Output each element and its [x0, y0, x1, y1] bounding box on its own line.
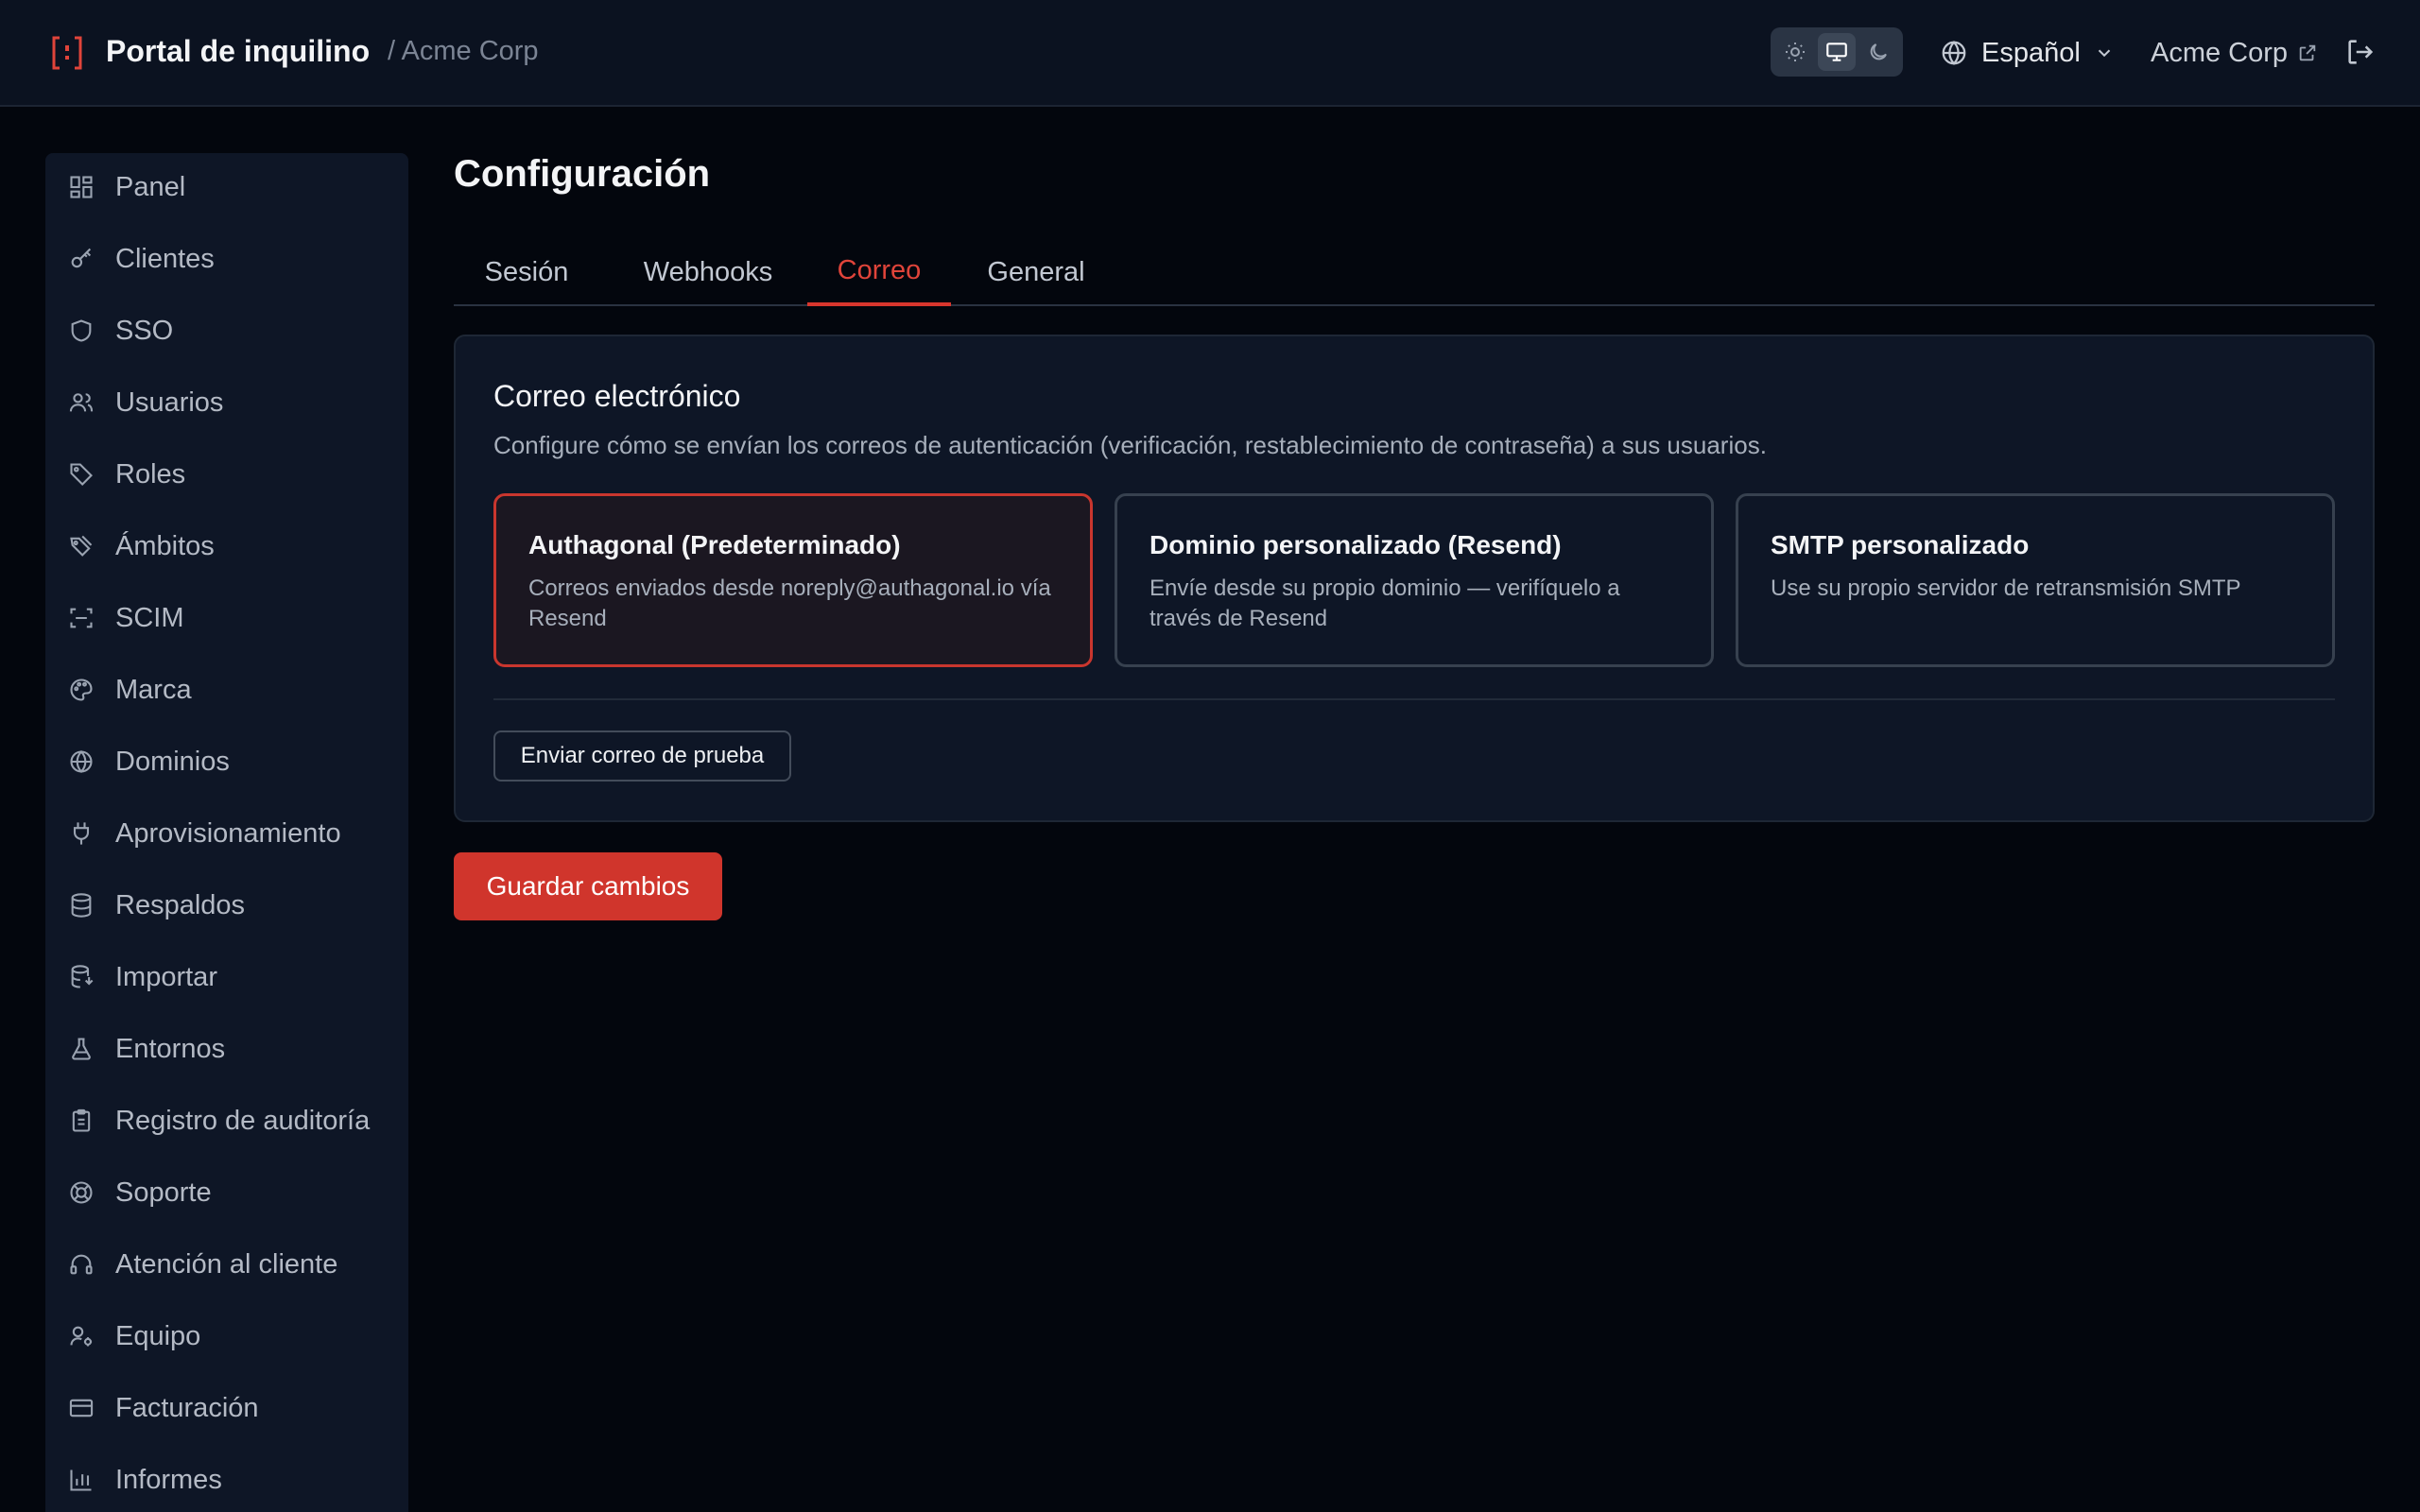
sidebar-item-label: Marca [115, 674, 192, 705]
tab-correo[interactable]: Correo [807, 238, 951, 306]
sidebar-item-label: Facturación [115, 1392, 259, 1423]
sidebar-item-label: Atención al cliente [115, 1248, 338, 1280]
user-cog-icon [66, 1321, 96, 1351]
sidebar-item-label: Respaldos [115, 889, 246, 920]
sidebar-item-label: Entornos [115, 1033, 226, 1064]
sidebar-item-sso[interactable]: SSO [45, 301, 408, 361]
palette-icon [66, 675, 96, 705]
tag-icon [66, 459, 96, 490]
settings-tabs: Sesión Webhooks Correo General [454, 238, 2375, 306]
option-description: Correos enviados desde noreply@authagona… [528, 576, 1051, 631]
brand-logo-icon [51, 35, 83, 71]
flask-icon [66, 1034, 96, 1064]
tags-icon [66, 531, 96, 561]
theme-light-button[interactable] [1776, 33, 1814, 71]
option-title: SMTP personalizado [1771, 530, 2030, 559]
tab-general[interactable]: General [960, 238, 1112, 306]
shield-icon [66, 316, 96, 346]
sidebar-item-label: Soporte [115, 1177, 212, 1208]
credit-card-icon [66, 1393, 96, 1423]
sidebar-item-roles[interactable]: Roles [45, 444, 408, 505]
email-provider-option-smtp[interactable]: SMTP personalizado Use su propio servido… [1736, 493, 2335, 667]
sidebar-item-label: Clientes [115, 243, 215, 274]
sidebar-item-respaldos[interactable]: Respaldos [45, 875, 408, 936]
sidebar-item-scim[interactable]: SCIM [45, 588, 408, 648]
option-description: Envíe desde su propio dominio — verifíqu… [1150, 576, 1620, 631]
email-provider-option-resend[interactable]: Dominio personalizado (Resend) Envíe des… [1115, 493, 1714, 667]
theme-switcher [1771, 27, 1903, 77]
theme-dark-button[interactable] [1859, 33, 1897, 71]
top-header: Portal de inquilino / Acme Corp Español … [0, 0, 2420, 107]
users-icon [66, 387, 96, 418]
theme-system-button[interactable] [1818, 33, 1856, 71]
globe-icon [66, 747, 96, 777]
sidebar: Panel Clientes SSO Usuarios Roles Ámbito… [45, 153, 408, 1512]
sidebar-item-label: Equipo [115, 1320, 201, 1351]
option-description: Use su propio servidor de retransmisión … [1771, 576, 2241, 601]
app-title: Portal de inquilino [106, 34, 371, 68]
email-settings-card: Correo electrónico Configure cómo se env… [454, 335, 2375, 822]
dashboard-icon [66, 172, 96, 202]
sidebar-item-aprovisionamiento[interactable]: Aprovisionamiento [45, 803, 408, 864]
sidebar-item-clientes[interactable]: Clientes [45, 229, 408, 289]
clipboard-icon [66, 1106, 96, 1136]
database-icon [66, 890, 96, 920]
logout-icon [2344, 36, 2377, 68]
tenant-external-link[interactable]: Acme Corp [2151, 32, 2318, 74]
sidebar-item-entornos[interactable]: Entornos [45, 1019, 408, 1079]
database-import-icon [66, 962, 96, 992]
sidebar-item-label: SCIM [115, 602, 184, 633]
sidebar-item-equipo[interactable]: Equipo [45, 1306, 408, 1366]
sidebar-item-usuarios[interactable]: Usuarios [45, 372, 408, 433]
sidebar-item-facturacion[interactable]: Facturación [45, 1378, 408, 1438]
moon-icon [1867, 41, 1890, 63]
sidebar-item-label: Aprovisionamiento [115, 817, 341, 849]
sidebar-item-ambitos[interactable]: Ámbitos [45, 516, 408, 576]
plug-icon [66, 818, 96, 849]
language-selector[interactable]: Español [1940, 32, 2115, 74]
sidebar-item-importar[interactable]: Importar [45, 947, 408, 1007]
card-description: Configure cómo se envían los correos de … [493, 431, 1767, 459]
sidebar-item-label: Ámbitos [115, 530, 215, 561]
page-title: Configuración [454, 153, 711, 195]
chevron-down-icon [2094, 43, 2115, 63]
sidebar-item-atencion-cliente[interactable]: Atención al cliente [45, 1234, 408, 1295]
option-title: Authagonal (Predeterminado) [528, 530, 901, 559]
globe-icon [1940, 39, 1968, 67]
scan-icon [66, 603, 96, 633]
monitor-icon [1824, 40, 1849, 64]
option-title: Dominio personalizado (Resend) [1150, 530, 1562, 559]
tab-sesion[interactable]: Sesión [454, 238, 599, 306]
sidebar-item-label: Roles [115, 458, 186, 490]
logout-button[interactable] [2344, 36, 2377, 68]
sidebar-item-informes[interactable]: Informes [45, 1450, 408, 1510]
sidebar-item-soporte[interactable]: Soporte [45, 1162, 408, 1223]
send-test-email-button[interactable]: Enviar correo de prueba [493, 730, 791, 782]
sidebar-item-dominios[interactable]: Dominios [45, 731, 408, 792]
sidebar-item-marca[interactable]: Marca [45, 660, 408, 720]
headset-icon [66, 1249, 96, 1280]
sidebar-item-label: Panel [115, 171, 186, 202]
key-icon [66, 244, 96, 274]
card-title: Correo electrónico [493, 379, 741, 413]
tab-webhooks[interactable]: Webhooks [618, 238, 798, 306]
sidebar-item-label: SSO [115, 315, 174, 346]
sidebar-item-label: Usuarios [115, 387, 224, 418]
lifebuoy-icon [66, 1177, 96, 1208]
divider [493, 698, 2335, 700]
breadcrumb-tenant: / Acme Corp [388, 36, 539, 66]
sidebar-item-label: Importar [115, 961, 217, 992]
sidebar-item-label: Registro de auditoría [115, 1105, 371, 1136]
sidebar-item-label: Informes [115, 1464, 222, 1495]
sidebar-item-label: Dominios [115, 746, 230, 777]
sidebar-item-registro-auditoria[interactable]: Registro de auditoría [45, 1091, 408, 1151]
language-label: Español [1981, 37, 2081, 68]
email-provider-option-authagonal[interactable]: Authagonal (Predeterminado) Correos envi… [493, 493, 1093, 667]
tenant-link-label: Acme Corp [2151, 37, 2289, 68]
bar-chart-icon [66, 1465, 96, 1495]
save-changes-button[interactable]: Guardar cambios [454, 852, 722, 920]
sun-icon [1784, 41, 1806, 63]
sidebar-item-panel[interactable]: Panel [45, 157, 408, 217]
external-link-icon [2297, 43, 2318, 63]
